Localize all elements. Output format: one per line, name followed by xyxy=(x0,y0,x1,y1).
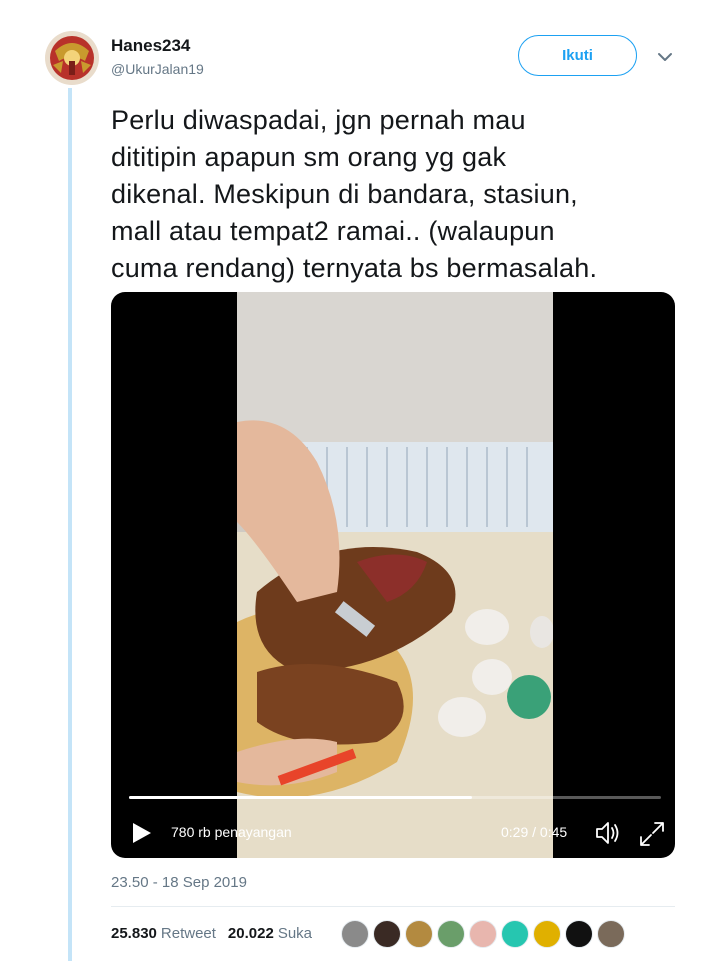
video-progress-bar[interactable] xyxy=(129,796,661,799)
thread-line xyxy=(68,88,72,961)
display-name[interactable]: Hanes234 xyxy=(111,36,190,56)
like-label[interactable]: Suka xyxy=(278,925,312,942)
liker-avatar-7[interactable] xyxy=(533,920,561,948)
engagement-stats: 25.830 Retweet 20.022 Suka xyxy=(111,925,324,942)
liker-avatars xyxy=(341,920,625,948)
tweet-text: Perlu diwaspadai, jgn pernah mau dititip… xyxy=(111,105,598,283)
volume-icon[interactable] xyxy=(594,819,624,847)
video-progress-fill xyxy=(129,796,472,799)
follow-button[interactable]: Ikuti xyxy=(518,35,637,76)
user-handle[interactable]: @UkurJalan19 xyxy=(111,61,204,77)
video-player[interactable]: 780 rb penayangan 0:29 / 0:45 xyxy=(111,292,675,858)
chevron-down-icon[interactable] xyxy=(654,46,676,68)
liker-avatar-3[interactable] xyxy=(405,920,433,948)
liker-avatar-2[interactable] xyxy=(373,920,401,948)
fullscreen-icon[interactable] xyxy=(638,820,666,848)
user-avatar[interactable] xyxy=(45,31,99,85)
liker-avatar-5[interactable] xyxy=(469,920,497,948)
view-count: 780 rb penayangan xyxy=(171,824,292,840)
video-frame xyxy=(237,292,553,858)
video-time: 0:29 / 0:45 xyxy=(501,824,568,840)
liker-avatar-8[interactable] xyxy=(565,920,593,948)
liker-avatar-9[interactable] xyxy=(597,920,625,948)
liker-avatar-1[interactable] xyxy=(341,920,369,948)
retweet-label[interactable]: Retweet xyxy=(161,925,216,942)
play-icon[interactable] xyxy=(129,821,153,845)
divider xyxy=(111,906,675,907)
retweet-count[interactable]: 25.830 xyxy=(111,925,157,942)
liker-avatar-4[interactable] xyxy=(437,920,465,948)
liker-avatar-6[interactable] xyxy=(501,920,529,948)
like-count[interactable]: 20.022 xyxy=(228,925,274,942)
tweet-timestamp[interactable]: 23.50 - 18 Sep 2019 xyxy=(111,874,247,891)
